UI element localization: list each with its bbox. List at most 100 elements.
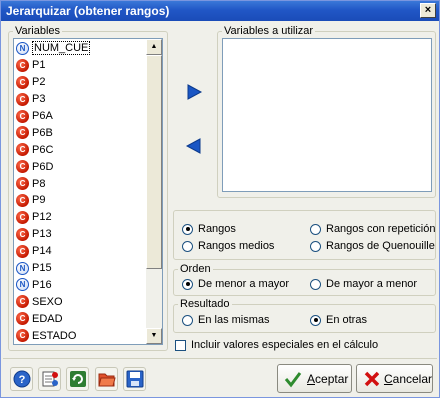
variable-item[interactable]: C P2 — [16, 74, 146, 91]
radio-de-mayor-a-menor-label: De mayor a menor — [326, 278, 418, 290]
radio-rangos-medios-indicator[interactable] — [182, 240, 193, 252]
radio-rangos-con-repeticion[interactable]: Rangos con repetición — [310, 222, 435, 236]
accept-label: Aceptar — [307, 371, 349, 386]
radio-de-menor-a-mayor-indicator[interactable] — [182, 278, 193, 290]
variable-item[interactable]: C SEXO — [16, 293, 146, 310]
radio-rangos-medios-label: Rangos medios — [198, 240, 275, 252]
variable-item[interactable]: C P6B — [16, 124, 146, 141]
cancel-button[interactable]: Cancelar — [356, 364, 433, 393]
variable-item[interactable]: N NUM_CUE — [16, 40, 146, 57]
special-values-label: Incluir valores especiales en el cálculo — [191, 339, 379, 351]
radio-de-menor-a-mayor[interactable]: De menor a mayor — [182, 277, 289, 291]
categorical-variable-icon: C — [16, 58, 29, 72]
categorical-variable-icon: C — [16, 109, 29, 123]
open-button[interactable] — [95, 367, 118, 391]
variable-label: ESTADO — [32, 329, 77, 342]
variable-label: P6A — [32, 110, 53, 122]
cancel-x-icon — [364, 371, 379, 386]
categorical-variable-icon: C — [16, 193, 29, 207]
variable-label: P6D — [32, 160, 54, 173]
help-icon: ? — [13, 370, 30, 388]
numeric-variable-icon: N — [16, 261, 29, 275]
scroll-thumb[interactable] — [146, 55, 162, 269]
selected-variables-legend: Variables a utilizar — [224, 25, 314, 37]
cancel-label: Cancelar — [383, 371, 432, 386]
add-variable-button[interactable] — [183, 81, 205, 103]
remove-variable-button[interactable] — [183, 135, 205, 157]
variables-scrollbar[interactable]: ▲ ▼ — [146, 39, 162, 344]
help-button[interactable]: ? — [10, 367, 33, 391]
variable-item[interactable]: C P9 — [16, 192, 146, 209]
scroll-down-icon: ▼ — [150, 332, 158, 339]
scroll-down-button[interactable]: ▼ — [146, 328, 162, 344]
radio-en-las-mismas-indicator[interactable] — [182, 314, 193, 326]
variable-label: P15 — [32, 262, 52, 275]
variable-item[interactable]: C ESTADO — [16, 327, 146, 344]
radio-rangos[interactable]: Rangos — [182, 222, 236, 236]
radio-en-otras-label: En otras — [326, 314, 367, 326]
variable-label: P2 — [32, 76, 46, 89]
variable-item[interactable]: C P3 — [16, 91, 146, 108]
variables-legend: Variables — [15, 25, 61, 37]
close-icon: × — [424, 4, 432, 16]
variable-item[interactable]: C P6D — [16, 158, 146, 175]
orden-legend: Orden — [180, 263, 211, 275]
scroll-up-button[interactable]: ▲ — [146, 39, 162, 55]
variable-item[interactable]: C P1 — [16, 57, 146, 74]
variables-list: N NUM_CUE C P1 C P2 C P3 C P6A C P6B C P6C C P6D C P8 C P9 C… — [16, 40, 146, 344]
categorical-variable-icon: C — [16, 295, 29, 309]
variables-listbox[interactable]: N NUM_CUE C P1 C P2 C P3 C P6A C P6B C P6C C P6D C P8 C P9 C… — [13, 38, 163, 345]
variable-label: P13 — [32, 228, 52, 241]
variable-item[interactable]: N P15 — [16, 260, 146, 277]
variable-item[interactable]: C EDAD — [16, 310, 146, 327]
radio-en-otras-indicator[interactable] — [310, 314, 321, 326]
bottom-divider — [3, 358, 437, 359]
radio-rangos-quenouille-label: Rangos de Quenouille — [326, 240, 435, 252]
save-icon — [126, 370, 143, 388]
variables-button[interactable] — [38, 367, 61, 391]
radio-de-mayor-a-menor[interactable]: De mayor a menor — [310, 277, 417, 291]
radio-rangos-con-repeticion-indicator[interactable] — [310, 223, 321, 235]
categorical-variable-icon: C — [16, 244, 29, 258]
variable-item[interactable]: C P6C — [16, 141, 146, 158]
variable-item[interactable]: C P13 — [16, 226, 146, 243]
title-bar: Jerarquizar (obtener rangos) × — [1, 1, 439, 21]
variable-label: P14 — [32, 245, 52, 258]
radio-en-otras[interactable]: En otras — [310, 313, 367, 327]
refresh-button[interactable] — [66, 367, 89, 391]
numeric-variable-icon: N — [16, 278, 29, 292]
special-values-checkbox-box[interactable] — [175, 339, 186, 351]
variable-item[interactable]: N P16 — [16, 276, 146, 293]
variable-label: P16 — [32, 278, 52, 291]
folder-open-icon — [97, 373, 116, 387]
radio-de-mayor-a-menor-indicator[interactable] — [310, 278, 321, 290]
scroll-up-icon: ▲ — [150, 43, 158, 50]
radio-rangos-quenouille[interactable]: Rangos de Quenouille — [310, 239, 435, 253]
radio-en-las-mismas[interactable]: En las mismas — [182, 313, 270, 327]
radio-rangos-quenouille-indicator[interactable] — [310, 240, 321, 252]
radio-rangos-con-repeticion-label: Rangos con repetición — [326, 223, 436, 235]
variable-item[interactable]: C P12 — [16, 209, 146, 226]
arrow-right-icon — [187, 84, 203, 100]
variable-label: EDAD — [32, 312, 63, 325]
categorical-variable-icon: C — [16, 312, 29, 326]
resultado-legend: Resultado — [180, 298, 230, 310]
selected-variables-listbox[interactable] — [222, 38, 432, 192]
categorical-variable-icon: C — [16, 177, 29, 191]
arrow-left-icon — [185, 138, 201, 154]
variable-item[interactable]: C P14 — [16, 243, 146, 260]
variable-item[interactable]: C P6A — [16, 108, 146, 125]
variable-label: SEXO — [32, 295, 63, 308]
variable-item[interactable]: C P8 — [16, 175, 146, 192]
svg-text:?: ? — [18, 374, 25, 386]
close-button[interactable]: × — [420, 3, 436, 18]
save-button[interactable] — [123, 367, 146, 391]
accept-button[interactable]: Aceptar — [277, 364, 352, 393]
categorical-variable-icon: C — [16, 210, 29, 224]
radio-rangos-indicator[interactable] — [182, 223, 193, 235]
categorical-variable-icon: C — [16, 160, 29, 174]
special-values-checkbox[interactable]: Incluir valores especiales en el cálculo — [175, 338, 378, 352]
categorical-variable-icon: C — [16, 92, 29, 106]
radio-en-las-mismas-label: En las mismas — [198, 314, 270, 326]
radio-rangos-medios[interactable]: Rangos medios — [182, 239, 274, 253]
